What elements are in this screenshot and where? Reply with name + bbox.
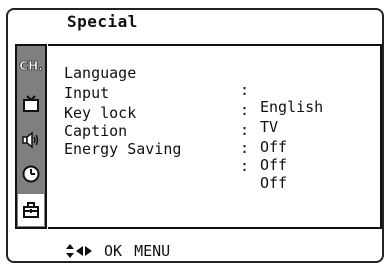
menu-hint: MENU xyxy=(134,242,171,260)
row-colon: : xyxy=(240,157,250,175)
menu-title: Special xyxy=(67,12,138,31)
row-colon: : xyxy=(240,121,250,139)
channel-label: CH. xyxy=(19,59,43,74)
clock-icon[interactable] xyxy=(17,160,45,188)
navigation-hint xyxy=(66,243,92,259)
row-colon: : xyxy=(240,139,250,157)
toolbox-icon[interactable] xyxy=(17,196,45,224)
row-value: Off xyxy=(260,174,288,192)
menu-footer: OK MENU xyxy=(66,242,170,260)
tv-icon[interactable] xyxy=(17,90,45,118)
speaker-icon[interactable] xyxy=(17,126,45,154)
osd-menu-panel: Special CH. Language: English Input: T… xyxy=(6,8,384,263)
row-value: Off xyxy=(260,138,288,156)
row-value: English xyxy=(260,98,324,116)
ok-hint: OK xyxy=(104,242,123,260)
row-colon: : xyxy=(240,81,250,99)
row-colon: : xyxy=(240,101,250,119)
menu-content: Language : English Input : TV Key lock :… xyxy=(48,44,382,229)
row-value: TV xyxy=(260,118,279,136)
up-down-arrows-icon xyxy=(66,244,74,258)
row-label: Energy Saving xyxy=(64,140,182,158)
menu-row-energy-saving[interactable]: Energy Saving : Off xyxy=(64,124,287,209)
row-value: Off xyxy=(260,156,288,174)
right-arrow-icon xyxy=(85,246,92,256)
left-arrow-icon xyxy=(76,246,83,256)
menu-sidebar: CH. xyxy=(15,44,47,229)
channel-icon[interactable]: CH. xyxy=(17,52,45,80)
